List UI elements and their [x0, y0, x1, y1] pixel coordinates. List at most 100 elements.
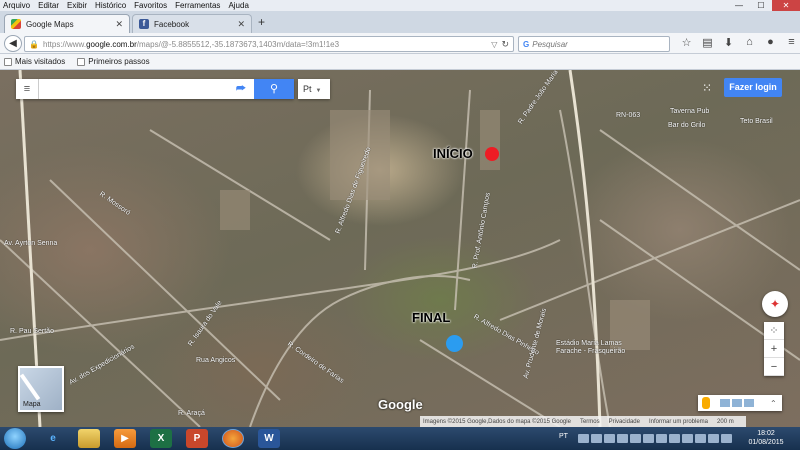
bookmark-star-icon[interactable]: ☆ [676, 36, 697, 49]
tab-title: Google Maps [26, 19, 74, 29]
menu-bar: Arquivo Editar Exibir Histórico Favorito… [0, 0, 800, 11]
street-label: R. Pau Sertão [10, 328, 54, 335]
tray-icon[interactable] [630, 434, 641, 443]
pegman-icon[interactable] [702, 397, 710, 409]
tray-icon[interactable] [682, 434, 693, 443]
download-icon[interactable]: ⬇ [718, 36, 739, 49]
tray-icon[interactable] [656, 434, 667, 443]
tray-icon[interactable] [695, 434, 706, 443]
system-tray [578, 434, 734, 443]
input-language[interactable]: PT [559, 433, 568, 440]
lot [330, 110, 390, 200]
imagery-thumb[interactable] [744, 399, 754, 407]
google-logo: Google [378, 397, 423, 412]
login-button[interactable]: Fazer login [724, 78, 782, 97]
tab-close-icon[interactable]: ✕ [115, 19, 123, 30]
place-label: Taverna Pub [670, 108, 710, 115]
directions-icon[interactable]: ⮫ [228, 79, 254, 99]
word-icon[interactable]: W [258, 429, 280, 448]
tab-google-maps[interactable]: Google Maps ✕ [4, 14, 130, 33]
chevron-down-icon: ▼ [315, 88, 322, 94]
expand-icon[interactable]: ⌃ [770, 399, 777, 408]
back-arrow-icon[interactable]: ◀ [4, 35, 22, 52]
report-problem-link[interactable]: Informar um problema [649, 419, 708, 425]
street-view-bar: ⌃ [698, 395, 782, 411]
scale-bar[interactable]: 200 m [717, 419, 734, 425]
map-footer: Imagens ©2015 Google,Dados do mapa ©2015… [420, 416, 746, 427]
chat-icon[interactable]: ● [760, 36, 781, 49]
bookmark-page-icon [77, 57, 86, 66]
menu-historico[interactable]: Histórico [95, 0, 126, 11]
menu-favoritos[interactable]: Favoritos [134, 0, 167, 11]
start-button-icon[interactable] [4, 428, 26, 449]
browser-search-box[interactable]: G [518, 36, 670, 52]
menu-ajuda[interactable]: Ajuda [228, 0, 248, 11]
map-view-toggle[interactable]: Mapa [18, 366, 64, 412]
internet-explorer-icon[interactable]: e [42, 429, 64, 448]
bookmark-mais-visitados[interactable]: Mais visitados [4, 57, 65, 66]
map-search-button[interactable]: ⚲ [254, 79, 294, 99]
language-value: Pt [303, 84, 312, 94]
tab-facebook[interactable]: f Facebook ✕ [132, 14, 252, 33]
road [419, 339, 561, 427]
terms-link[interactable]: Termos [580, 419, 600, 425]
lot [480, 110, 500, 170]
menu-exibir[interactable]: Exibir [67, 0, 87, 11]
bookmark-primeiros-passos[interactable]: Primeiros passos [77, 57, 150, 66]
excel-icon[interactable]: X [150, 429, 172, 448]
street-label: Rua Angicos [196, 357, 236, 364]
volume-icon[interactable] [721, 434, 732, 443]
clock[interactable]: 18:02 01/08/2015 [740, 429, 792, 447]
language-selector[interactable]: Pt ▼ [298, 79, 330, 99]
menu-ferramentas[interactable]: Ferramentas [175, 0, 220, 11]
road [559, 109, 611, 427]
tray-icon[interactable] [643, 434, 654, 443]
bookmark-folder-icon [4, 57, 12, 66]
tilt-icon[interactable]: ⁘ [764, 322, 784, 340]
apps-grid-icon[interactable]: ⁙ [700, 81, 714, 95]
url-dropdown-icon[interactable]: ▽ [491, 40, 497, 49]
zoom-out-button[interactable]: − [764, 358, 784, 376]
menu-arquivo[interactable]: Arquivo [3, 0, 30, 11]
privacy-link[interactable]: Privacidade [609, 419, 640, 425]
compass-icon[interactable]: ✦ [762, 291, 788, 317]
browser-search-input[interactable] [532, 39, 653, 49]
new-tab-button[interactable]: + [258, 15, 265, 29]
inicio-label: INÍCIO [433, 146, 473, 161]
satellite-map[interactable]: ≡ ⮫ ⚲ Pt ▼ ⁙ Fazer login INÍCIO FINAL R. … [0, 70, 800, 427]
menu-hamburger-icon[interactable]: ≡ [781, 36, 800, 49]
tray-icon[interactable] [604, 434, 615, 443]
maximize-button[interactable]: ☐ [750, 0, 772, 11]
map-menu-icon[interactable]: ≡ [16, 79, 38, 99]
home-icon[interactable]: ⌂ [739, 36, 760, 49]
reading-list-icon[interactable]: ▤ [697, 36, 718, 49]
lot [220, 190, 250, 230]
minimize-button[interactable]: — [728, 0, 750, 11]
map-view-label: Mapa [23, 401, 41, 408]
window-controls: — ☐ ✕ [728, 0, 800, 11]
reload-icon[interactable]: ↻ [501, 39, 509, 50]
bookmark-label: Primeiros passos [88, 57, 150, 66]
zoom-in-button[interactable]: + [764, 340, 784, 358]
media-player-icon[interactable]: ▶ [114, 429, 136, 448]
tab-title: Facebook [154, 19, 190, 29]
tray-icon[interactable] [617, 434, 628, 443]
road [599, 129, 800, 271]
google-maps-favicon-icon [11, 19, 21, 29]
tray-icon[interactable] [578, 434, 589, 443]
url-path: /maps/@-5.8855512,-35.1873673,1403m/data… [136, 39, 340, 49]
imagery-thumb[interactable] [720, 399, 730, 407]
address-bar[interactable]: 🔒 https://www. google.com.br /maps/@-5.8… [24, 36, 514, 52]
close-window-button[interactable]: ✕ [772, 0, 800, 11]
place-label: Teto Brasil [740, 118, 773, 125]
file-explorer-icon[interactable] [78, 429, 100, 448]
tab-close-icon[interactable]: ✕ [237, 19, 245, 30]
tray-icon[interactable] [669, 434, 680, 443]
menu-editar[interactable]: Editar [38, 0, 59, 11]
firefox-icon[interactable] [222, 429, 244, 448]
network-icon[interactable] [708, 434, 719, 443]
map-search-input[interactable] [38, 79, 228, 99]
tray-icon[interactable] [591, 434, 602, 443]
powerpoint-icon[interactable]: P [186, 429, 208, 448]
imagery-thumb[interactable] [732, 399, 742, 407]
